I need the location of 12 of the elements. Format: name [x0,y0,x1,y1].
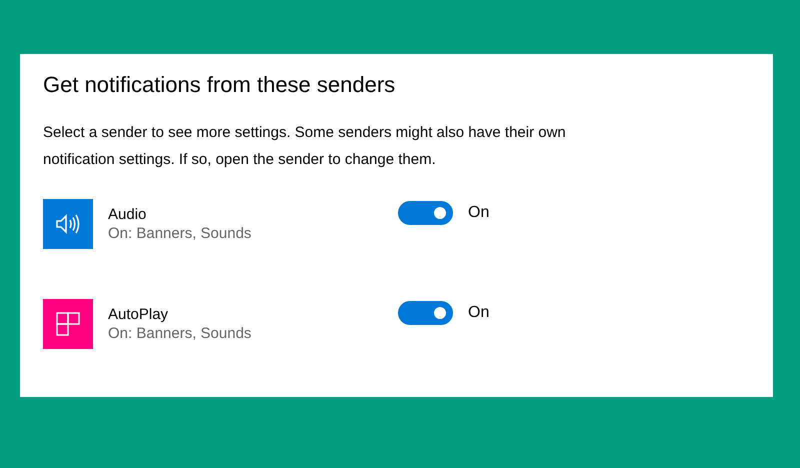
sender-name[interactable]: Audio [108,206,252,223]
sender-status: On: Banners, Sounds [108,325,252,342]
toggle-label: On [468,204,490,222]
description-text: Select a sender to see more settings. Some senders might also have their own notification settings. If so, open the sender to change them. [43,123,567,170]
toggle-switch[interactable] [398,301,453,325]
toggle-label: On [468,304,490,322]
sender-name[interactable]: AutoPlay [108,306,252,323]
tiles-icon[interactable] [43,299,93,349]
section-title: Get notifications from these senders [43,71,396,99]
toggle-switch[interactable] [398,201,453,225]
sender-status: On: Banners, Sounds [108,225,252,242]
speaker-icon[interactable] [43,199,93,249]
